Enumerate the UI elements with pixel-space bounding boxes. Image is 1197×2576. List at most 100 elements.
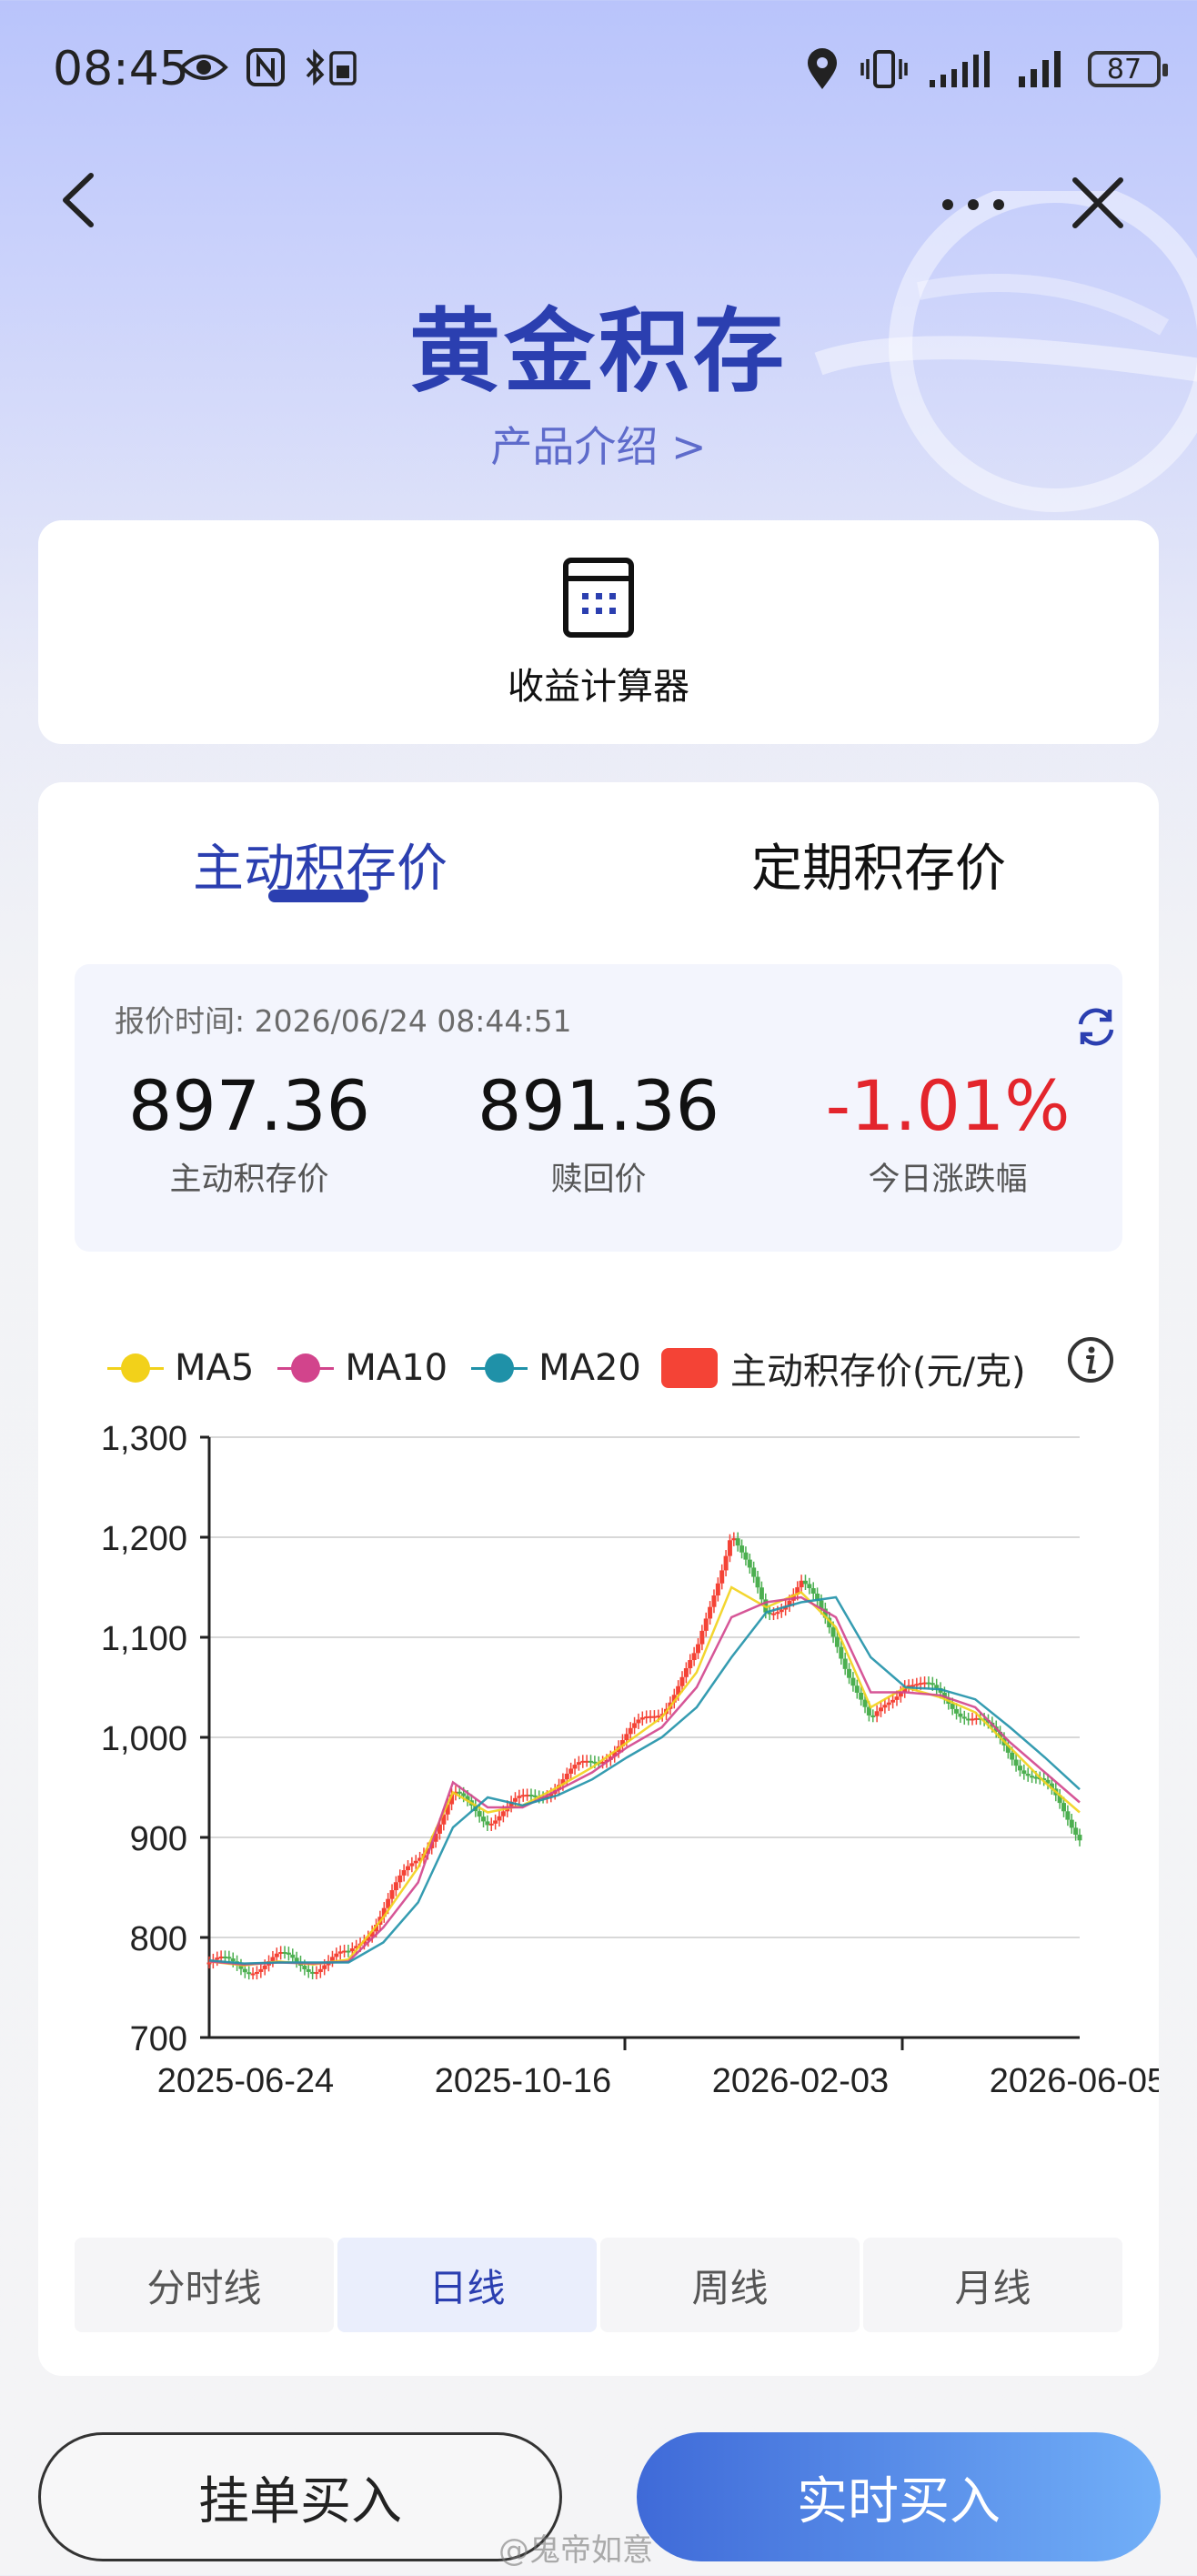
candle-body: [389, 1890, 395, 1899]
candle-body: [278, 1951, 284, 1954]
status-time: 08:45: [53, 42, 189, 96]
ma5-line: [208, 1585, 1081, 1967]
close-icon[interactable]: [1066, 171, 1130, 235]
candle-body: [290, 1954, 296, 1958]
candle-body: [954, 1708, 960, 1714]
candle-body: [1077, 1835, 1082, 1841]
active-price-label: 主动积存价: [169, 1162, 329, 1198]
candle-body: [258, 1968, 264, 1972]
candle-body: [1069, 1819, 1074, 1828]
quote-time-value: 2026/06/24 08:44:51: [254, 1003, 572, 1039]
candle-body: [966, 1718, 971, 1721]
legend-ma20[interactable]: MA20: [468, 1347, 641, 1389]
candle-body: [695, 1644, 700, 1654]
candle-body: [317, 1968, 323, 1973]
info-icon[interactable]: [1066, 1335, 1115, 1384]
legend-price[interactable]: 主动积存价(元/克): [660, 1342, 1026, 1394]
instant-buy-button[interactable]: 实时买入: [637, 2432, 1161, 2561]
candle-body: [413, 1860, 418, 1864]
candle-body: [639, 1717, 645, 1720]
candle-body: [497, 1816, 502, 1821]
legend-ma5[interactable]: MA5: [104, 1347, 254, 1389]
period-monthly[interactable]: 月线: [863, 2238, 1122, 2332]
candle-body: [294, 1957, 299, 1962]
legend-price-marker: [660, 1348, 718, 1388]
candle-body: [807, 1584, 812, 1588]
signal-icon: [930, 51, 990, 87]
x-tick-label: 2025-10-16: [435, 2062, 611, 2092]
chart-legend: MA5 MA10 MA20 主动积存价(元/克): [104, 1342, 1046, 1394]
candle-body: [810, 1587, 816, 1594]
candle-body: [715, 1583, 720, 1595]
calculator-card[interactable]: 收益计算器: [38, 520, 1159, 744]
candle-body: [1010, 1752, 1015, 1760]
candle-body: [743, 1552, 749, 1560]
candle-body: [739, 1545, 745, 1553]
back-icon[interactable]: [53, 168, 107, 232]
y-tick-label: 1,100: [101, 1620, 187, 1658]
signal-icon-2: [1019, 51, 1061, 87]
y-tick-label: 1,200: [101, 1520, 187, 1558]
product-intro-link[interactable]: 产品介绍 >: [0, 414, 1197, 474]
candle-body: [488, 1823, 494, 1826]
candle-body: [922, 1682, 928, 1685]
candle-body: [230, 1958, 236, 1962]
candle-body: [910, 1685, 915, 1687]
tab-periodic-price[interactable]: 定期积存价: [751, 828, 1006, 901]
candle-body: [1025, 1774, 1031, 1776]
candle-body: [890, 1699, 896, 1703]
legend-price-label: 主动积存价(元/克): [729, 1351, 1026, 1393]
period-intraday[interactable]: 分时线: [75, 2238, 334, 2332]
candle-body: [699, 1630, 705, 1645]
candle-body: [342, 1950, 347, 1953]
candle-body: [934, 1685, 940, 1688]
candle-body: [961, 1716, 967, 1719]
legend-ma10[interactable]: MA10: [274, 1347, 448, 1389]
legend-ma5-marker: [104, 1352, 167, 1384]
candle-body: [512, 1797, 518, 1802]
candle-body: [1073, 1827, 1079, 1836]
period-weekly[interactable]: 周线: [600, 2238, 860, 2332]
eye-icon: [179, 55, 228, 80]
refresh-icon[interactable]: [1073, 1004, 1119, 1050]
status-icons-right: 87: [804, 47, 1168, 91]
candle-body: [719, 1570, 725, 1584]
candle-body: [958, 1713, 963, 1717]
y-tick-label: 1,000: [101, 1720, 187, 1758]
candle-body: [306, 1968, 311, 1972]
tab-underline: [268, 890, 368, 902]
candle-body: [572, 1765, 578, 1769]
candle-body: [688, 1660, 693, 1669]
candle-body: [847, 1668, 852, 1678]
candle-body: [528, 1795, 534, 1797]
candle-body: [274, 1953, 279, 1957]
redeem-price-label: 赎回价: [550, 1162, 647, 1198]
x-tick-label: 2026-02-03: [712, 2062, 889, 2092]
candle-body: [727, 1540, 732, 1556]
candle-body: [564, 1773, 569, 1780]
candle-body: [842, 1658, 848, 1669]
candle-body: [226, 1957, 232, 1959]
limit-buy-button[interactable]: 挂单买入: [38, 2432, 562, 2561]
candle-body: [731, 1538, 737, 1541]
candle-body: [520, 1795, 526, 1797]
candle-body: [393, 1882, 398, 1891]
legend-ma10-marker: [274, 1352, 337, 1384]
quote-active-price: 897.36 主动积存价: [75, 1064, 424, 1200]
candle-body: [1021, 1770, 1027, 1775]
candle-body: [286, 1952, 291, 1955]
candle-body: [270, 1957, 276, 1962]
x-tick-label: 2026-06-05: [990, 2062, 1159, 2092]
candle-body: [691, 1653, 697, 1661]
candle-body: [500, 1811, 506, 1816]
quote-redeem-price: 891.36 赎回价: [424, 1064, 773, 1200]
candle-body: [914, 1684, 920, 1686]
more-icon[interactable]: [937, 177, 1010, 232]
status-bar: 08:45 87: [0, 0, 1197, 146]
y-tick-label: 800: [130, 1920, 187, 1958]
calculator-icon: [563, 558, 634, 638]
candle-body: [481, 1816, 487, 1822]
period-daily[interactable]: 日线: [337, 2238, 597, 2332]
candle-body: [747, 1559, 752, 1568]
price-chart[interactable]: 700 800 900 1,000 1,100 1,200 1,300 2025-06-24 2…: [38, 1401, 1159, 2092]
